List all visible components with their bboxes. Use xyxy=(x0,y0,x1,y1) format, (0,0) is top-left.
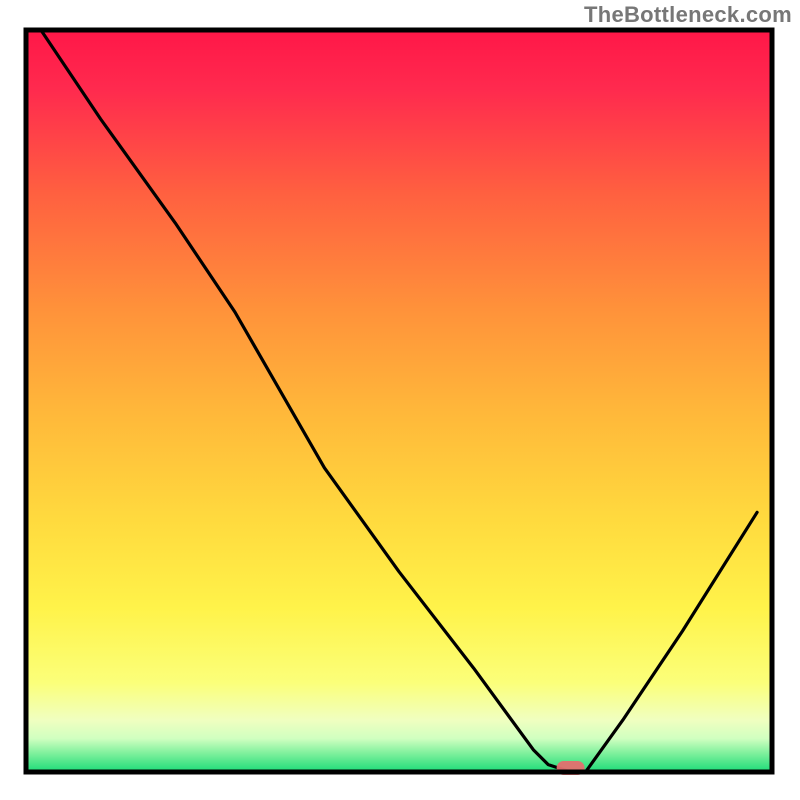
watermark-label: TheBottleneck.com xyxy=(584,2,792,28)
plot-area xyxy=(26,30,772,775)
chart-frame: TheBottleneck.com xyxy=(0,0,800,800)
bottleneck-chart xyxy=(0,0,800,800)
